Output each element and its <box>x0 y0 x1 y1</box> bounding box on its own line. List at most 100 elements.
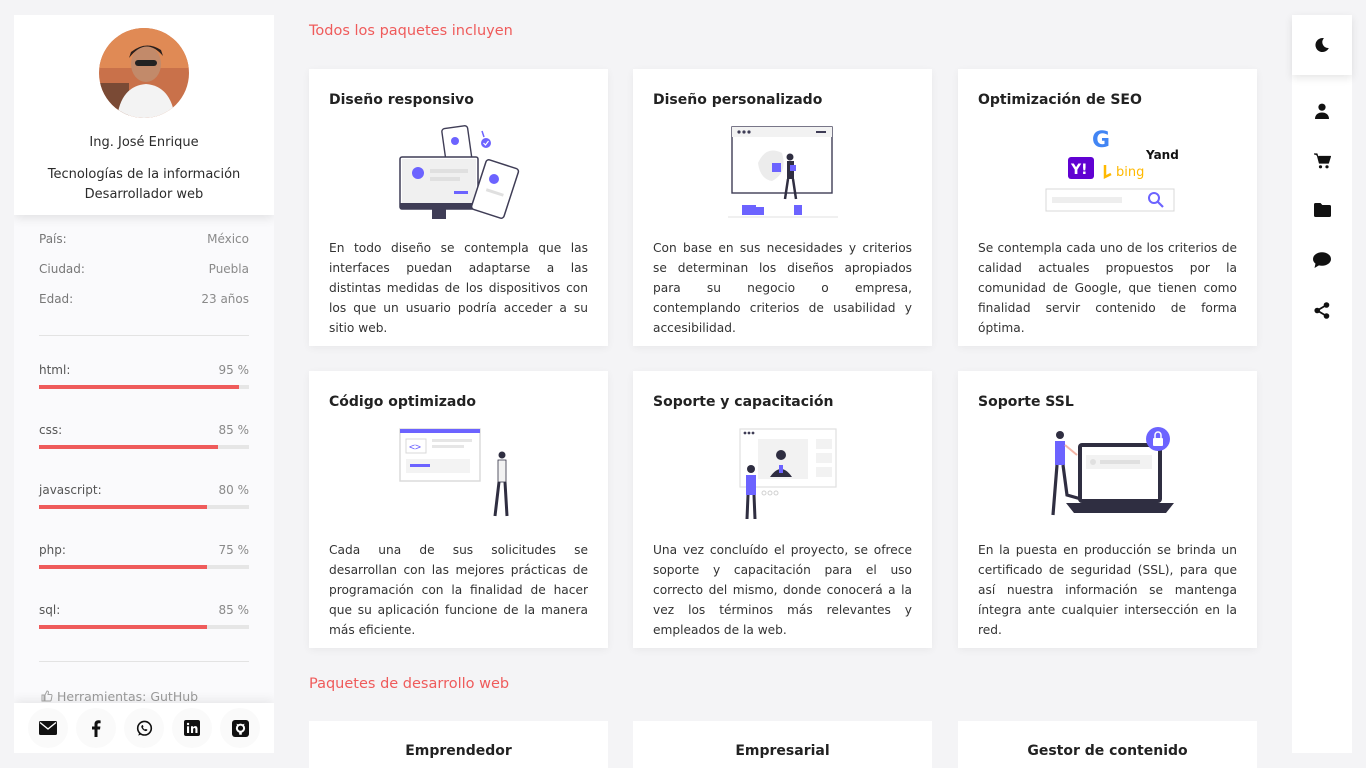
role-line-1: Tecnologías de la información <box>47 167 241 182</box>
skill-bar <box>39 445 249 449</box>
package-title: Gestor de contenido <box>1027 743 1188 759</box>
card-text: Una vez concluído el proyecto, se ofrece… <box>653 543 912 637</box>
thumbs-up-icon <box>41 690 53 702</box>
cart-icon <box>1313 153 1331 169</box>
avatar <box>99 28 189 118</box>
divider <box>39 335 249 336</box>
skill-javascript: javascript: 80 % <box>39 483 249 509</box>
info-country: País: México <box>39 232 249 246</box>
linkedin-button[interactable] <box>172 708 212 748</box>
linkedin-icon <box>184 720 200 736</box>
skill-bar <box>39 505 249 509</box>
profile-card: Ing. José Enrique Tecnologías de la info… <box>14 15 274 215</box>
skill-bar <box>39 565 249 569</box>
facebook-button[interactable] <box>76 708 116 748</box>
skill-bar-fill <box>39 625 207 629</box>
facebook-icon <box>92 719 101 737</box>
info-value: México <box>207 232 249 246</box>
feature-card-seo: Optimización de SEO G Yandex Y! bing Se … <box>958 69 1257 346</box>
tools-label: Herramientas: GutHub <box>56 689 199 704</box>
skill-bar-fill <box>39 565 207 569</box>
skill-name: css: <box>39 423 63 437</box>
card-text: En la puesta en producción se brinda un … <box>978 543 1237 637</box>
mail-icon <box>39 721 57 735</box>
folder-icon <box>1313 203 1331 217</box>
skill-percent: 95 % <box>218 363 250 377</box>
card-title: Soporte y capacitación <box>653 394 834 410</box>
skill-sql: sql: 85 % <box>39 603 249 629</box>
mail-button[interactable] <box>28 708 68 748</box>
github-button[interactable] <box>220 708 260 748</box>
support-illustration <box>653 420 912 530</box>
info-value: 23 años <box>201 292 249 306</box>
profile-sidebar: Ing. José Enrique Tecnologías de la info… <box>14 15 274 753</box>
skill-percent: 75 % <box>218 543 250 557</box>
yandex-logo: Yandex <box>1145 148 1178 162</box>
divider <box>39 661 249 662</box>
right-nav <box>1292 15 1352 753</box>
code-illustration: <> <box>329 420 588 530</box>
whatsapp-button[interactable] <box>124 708 164 748</box>
info-label: Ciudad: <box>39 262 85 276</box>
skill-bar <box>39 625 249 629</box>
social-bar <box>14 703 274 753</box>
info-city: Ciudad: Puebla <box>39 262 249 276</box>
moon-icon <box>1315 38 1329 53</box>
feature-card-support: Soporte y capacitación Una vez concluído… <box>633 371 932 648</box>
whatsapp-icon <box>136 720 152 736</box>
feature-card-code: Código optimizado <> Cada una de sus sol… <box>309 371 608 648</box>
chat-icon <box>1313 252 1331 268</box>
skill-bar-fill <box>39 445 218 449</box>
card-text: En todo diseño se contempla que las inte… <box>329 241 588 335</box>
custom-design-illustration <box>653 118 912 228</box>
theme-toggle-button[interactable] <box>1292 15 1352 75</box>
skill-percent: 85 % <box>218 423 250 437</box>
responsive-illustration <box>329 118 588 228</box>
card-title: Diseño responsivo <box>329 92 474 108</box>
profile-role: Tecnologías de la información Desarrolla… <box>14 165 274 205</box>
card-title: Código optimizado <box>329 394 476 410</box>
ssl-illustration <box>978 420 1237 530</box>
package-title: Empresarial <box>735 743 830 759</box>
package-card-emprendedor[interactable]: Emprendedor <box>309 721 608 768</box>
tools-line: Herramientas: GutHub <box>41 689 198 704</box>
profile-name: Ing. José Enrique <box>89 135 199 150</box>
info-label: País: <box>39 232 67 246</box>
info-label: Edad: <box>39 292 74 306</box>
feature-card-custom: Diseño personalizado Con base en sus nec… <box>633 69 932 346</box>
nav-share[interactable] <box>1292 295 1352 325</box>
section-title-packages: Paquetes de desarrollo web <box>309 676 510 692</box>
skill-bar <box>39 385 249 389</box>
skill-bar-fill <box>39 385 239 389</box>
card-title: Soporte SSL <box>978 394 1074 410</box>
svg-text:<>: <> <box>409 442 421 453</box>
skill-html: html: 95 % <box>39 363 249 389</box>
skill-php: php: 75 % <box>39 543 249 569</box>
yahoo-logo: Y! <box>1070 162 1088 178</box>
card-text: Cada una de sus solicitudes se desarroll… <box>329 543 588 637</box>
bing-logo: bing <box>1116 165 1144 180</box>
skill-percent: 80 % <box>218 483 250 497</box>
package-card-gestor[interactable]: Gestor de contenido <box>958 721 1257 768</box>
feature-card-responsive: Diseño responsivo En todo diseño se cont… <box>309 69 608 346</box>
github-icon <box>231 719 249 737</box>
feature-card-ssl: Soporte SSL En la puesta en producción s… <box>958 371 1257 648</box>
section-title-included: Todos los paquetes incluyen <box>309 23 513 39</box>
skill-name: php: <box>39 543 66 557</box>
info-value: Puebla <box>208 262 249 276</box>
package-title: Emprendedor <box>405 743 512 759</box>
nav-about[interactable] <box>1292 96 1352 126</box>
share-icon <box>1314 301 1330 319</box>
nav-services[interactable] <box>1292 146 1352 176</box>
nav-portfolio[interactable] <box>1292 195 1352 225</box>
nav-contact[interactable] <box>1292 245 1352 275</box>
skill-name: html: <box>39 363 71 377</box>
info-age: Edad: 23 años <box>39 292 249 306</box>
card-text: Con base en sus necesidades y criterios … <box>653 241 912 335</box>
card-title: Optimización de SEO <box>978 92 1142 108</box>
skill-css: css: 85 % <box>39 423 249 449</box>
role-line-2: Desarrollador web <box>84 187 204 202</box>
skill-percent: 85 % <box>218 603 250 617</box>
package-card-empresarial[interactable]: Empresarial <box>633 721 932 768</box>
user-icon <box>1315 103 1329 119</box>
